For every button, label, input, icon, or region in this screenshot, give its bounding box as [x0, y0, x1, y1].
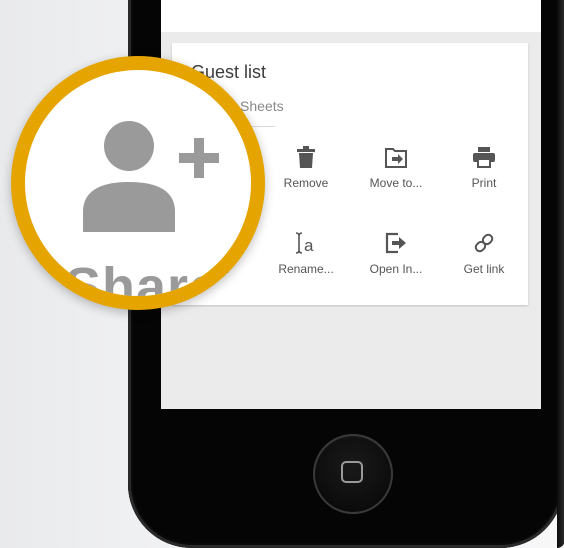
add-person-icon [83, 120, 219, 237]
trash-icon [292, 143, 320, 171]
screen-top-area [161, 0, 541, 32]
phone-edge [557, 0, 564, 548]
zoom-callout-ring: Share [11, 56, 265, 310]
rename-icon: a [292, 229, 320, 257]
zoom-callout: Share [25, 70, 251, 296]
rename-action[interactable]: a Rename... [264, 229, 348, 289]
share-label: Share [65, 257, 221, 296]
move-to-label: Move to... [369, 176, 423, 190]
link-icon [470, 229, 498, 257]
get-link-action[interactable]: Get link [442, 229, 526, 289]
open-in-label: Open In... [369, 262, 423, 276]
open-in-icon [382, 229, 410, 257]
remove-label: Remove [283, 176, 329, 190]
print-action[interactable]: Print [442, 143, 526, 203]
svg-text:a: a [304, 236, 314, 255]
home-square-icon [341, 461, 363, 483]
remove-action[interactable]: Remove [264, 143, 348, 203]
get-link-label: Get link [463, 262, 505, 276]
print-label: Print [471, 176, 497, 190]
home-button[interactable] [313, 434, 393, 514]
printer-icon [470, 143, 498, 171]
move-folder-icon [382, 143, 410, 171]
rename-label: Rename... [278, 262, 334, 276]
move-to-action[interactable]: Move to... [354, 143, 438, 203]
open-in-action[interactable]: Open In... [354, 229, 438, 289]
